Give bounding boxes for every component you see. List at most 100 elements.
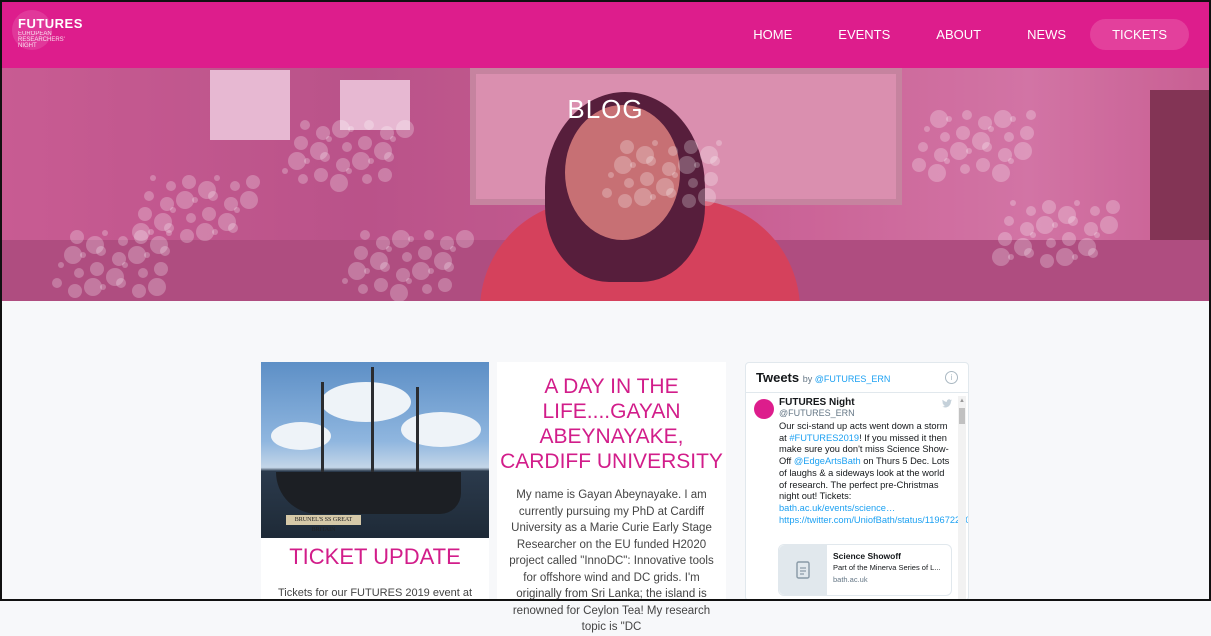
hero-dot: [1072, 254, 1078, 260]
hero-dot: [620, 140, 634, 154]
scrollbar-thumb[interactable]: [959, 408, 965, 424]
hero-dot: [234, 207, 240, 213]
tweet-author-handle[interactable]: @FUTURES_ERN: [779, 408, 855, 418]
hero-dot: [68, 284, 82, 298]
twitter-bird-icon[interactable]: [942, 399, 952, 410]
post-card-day-in-the-life[interactable]: A DAY IN THE LIFE....GAYAN ABEYNAYAKE, C…: [497, 362, 726, 633]
hero-dot: [166, 230, 172, 236]
tweets-by-label: by: [802, 374, 813, 384]
hero-dot: [342, 278, 348, 284]
hero-dot: [138, 268, 148, 278]
tweets-scrollbar[interactable]: ▲: [958, 396, 966, 600]
hero-dot: [346, 168, 352, 174]
hero-dot: [646, 156, 656, 166]
hero-dot: [1026, 206, 1036, 216]
info-icon[interactable]: i: [945, 371, 958, 384]
hero-dot: [998, 232, 1012, 246]
hero-dot: [716, 140, 722, 146]
hero-dot: [150, 175, 156, 181]
photo-cloud: [321, 382, 411, 422]
hero-dot: [682, 194, 696, 208]
avatar[interactable]: [754, 399, 774, 419]
hero-dot: [976, 158, 990, 172]
hero-dot: [918, 142, 928, 152]
hero-dot: [402, 252, 412, 262]
hero-dot: [450, 246, 456, 252]
hero-dot: [122, 262, 128, 268]
hero-dot: [640, 172, 654, 186]
hero-dot: [160, 246, 170, 256]
hero-dot: [710, 156, 720, 166]
photo-ship-hull: [276, 472, 461, 514]
hero-dot: [102, 230, 108, 236]
hero-dot: [348, 126, 354, 132]
hero-dot: [1008, 158, 1014, 164]
hero-dot: [1068, 216, 1078, 226]
hero-dot: [1020, 126, 1034, 140]
hero-dot: [148, 278, 166, 296]
hero-dot: [1004, 132, 1014, 142]
hero-dot: [1062, 232, 1076, 246]
nav-tickets-button[interactable]: TICKETS: [1090, 18, 1189, 50]
site-logo[interactable]: FUTURES EUROPEAN RESEARCHERS' NIGHT: [12, 10, 83, 50]
hashtag-link[interactable]: #FUTURES2019: [789, 433, 859, 443]
hero-dot: [1014, 142, 1032, 160]
post-title[interactable]: A DAY IN THE LIFE....GAYAN ABEYNAYAKE, C…: [497, 374, 726, 474]
hero-dot: [704, 172, 718, 186]
hero-dot: [144, 191, 154, 201]
hero-dot: [378, 168, 392, 182]
nav-events[interactable]: EVENTS: [838, 27, 890, 42]
hero-dot: [1106, 200, 1120, 214]
hero-dot: [74, 268, 84, 278]
hero-dot: [1100, 216, 1118, 234]
url-link[interactable]: bath.ac.uk/events/science…: [779, 503, 895, 513]
hero-dot: [988, 126, 994, 132]
hero-dot: [282, 168, 288, 174]
tweets-by-handle-link[interactable]: @FUTURES_ERN: [815, 374, 891, 384]
hero-dot: [368, 158, 374, 164]
hero-dot: [602, 188, 612, 198]
photo-mast: [321, 382, 324, 477]
hero-dot: [380, 262, 390, 272]
hero-dot: [956, 126, 970, 140]
hero-dot: [358, 284, 368, 294]
hero-dot: [666, 188, 676, 198]
hero-dot: [960, 164, 970, 174]
tweet-author-name[interactable]: FUTURES Night: [779, 397, 855, 408]
post-photo-ss-great-britain[interactable]: BRUNEL'S SS GREAT BRITAIN: [261, 362, 489, 538]
photo-mast: [416, 387, 419, 477]
hero-dot: [966, 148, 972, 154]
nav-news[interactable]: NEWS: [1027, 27, 1066, 42]
hero-dot: [944, 158, 950, 164]
hero-dot: [294, 136, 308, 150]
main-menu: HOME EVENTS ABOUT NEWS TICKETS: [707, 0, 1189, 68]
scroll-up-icon[interactable]: ▲: [959, 398, 965, 404]
hero-dot: [982, 142, 992, 152]
mention-link[interactable]: @EdgeArtsBath: [794, 456, 861, 466]
hero-dot: [364, 268, 370, 274]
hero-dot: [418, 246, 432, 260]
hero-dot: [688, 178, 698, 188]
hero-dot: [698, 188, 716, 206]
link-card-description: Part of the Minerva Series of L...: [833, 563, 941, 572]
hero-dot: [134, 230, 148, 244]
nav-about[interactable]: ABOUT: [936, 27, 981, 42]
hero-dot: [144, 252, 150, 258]
status-link[interactable]: https://twitter.com/UniofBath/status/119…: [779, 515, 968, 525]
hero-dot: [358, 136, 372, 150]
hero-dot: [96, 246, 106, 256]
post-card-ticket-update[interactable]: BRUNEL'S SS GREAT BRITAIN TICKET UPDATE …: [261, 362, 489, 601]
hero-dot: [1008, 254, 1014, 260]
nav-home[interactable]: HOME: [753, 27, 792, 42]
hero-dot: [428, 268, 434, 274]
hero-dot: [116, 278, 126, 288]
post-title[interactable]: TICKET UPDATE: [261, 544, 489, 570]
hero-dot: [1030, 232, 1036, 238]
hero-dot: [80, 252, 86, 258]
hero-dot: [992, 164, 1010, 182]
link-card-host: bath.ac.uk: [833, 575, 868, 584]
hero-dot: [668, 146, 678, 156]
hero-dot: [320, 152, 330, 162]
tweet-link-card[interactable]: Science Showoff Part of the Minerva Seri…: [778, 544, 952, 596]
photo-mast: [371, 367, 374, 477]
